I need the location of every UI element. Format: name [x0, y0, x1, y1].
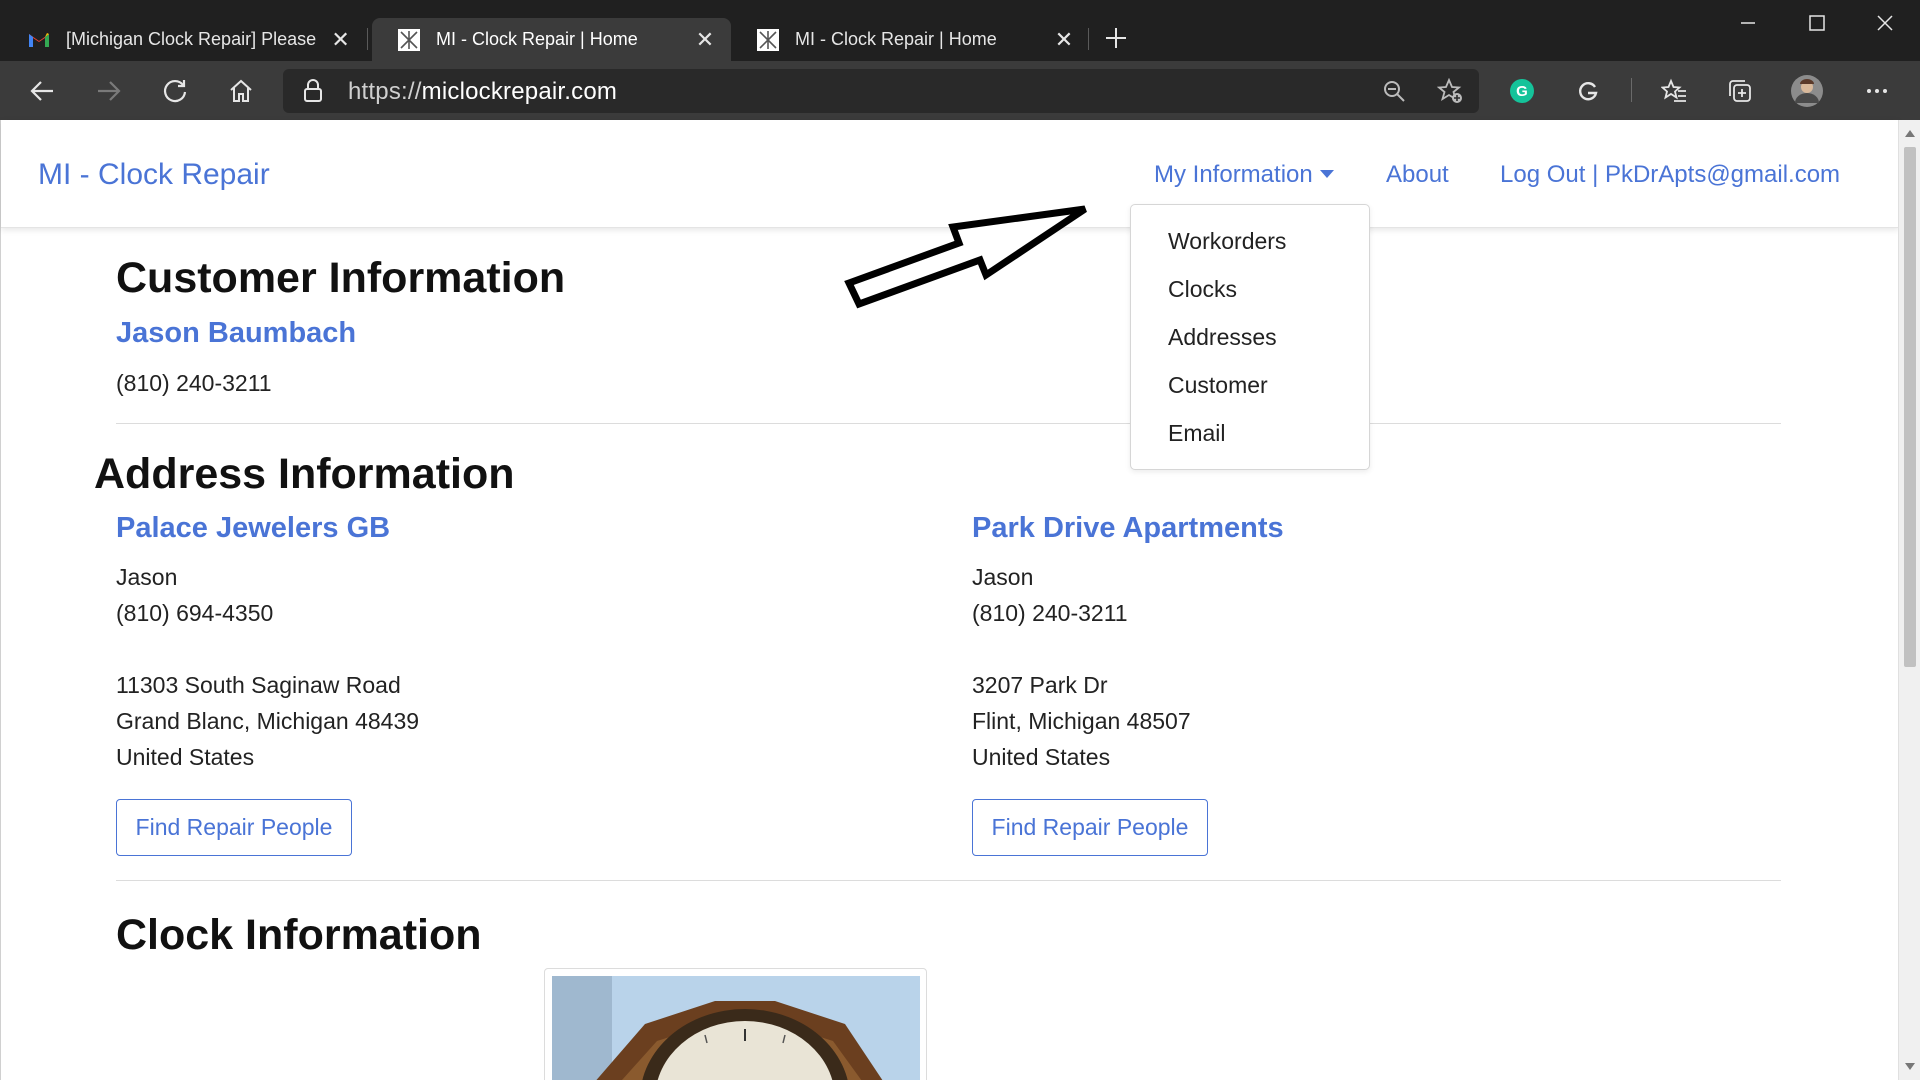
customer-phone: (810) 240-3211 — [116, 370, 272, 396]
my-information-menu: Workorders Clocks Addresses Customer Ema… — [1130, 204, 1370, 470]
scrollbar-thumb[interactable] — [1904, 147, 1916, 667]
home-icon[interactable] — [221, 71, 261, 111]
page-viewport: MI - Clock Repair My Information About L… — [0, 120, 1899, 1080]
clock-photo — [552, 976, 920, 1080]
site-icon — [757, 28, 779, 51]
scroll-up-icon[interactable] — [1904, 128, 1916, 138]
grammarly-icon[interactable]: G — [1502, 71, 1542, 111]
clock-image-card[interactable] — [544, 968, 927, 1080]
address-contact: Jason — [972, 564, 1034, 590]
tab-divider — [1088, 28, 1089, 50]
url-text: https://miclockrepair.com — [348, 78, 617, 106]
address-country: United States — [116, 744, 255, 770]
logout-link[interactable]: Log Out | PkDrApts@gmail.com — [1500, 161, 1840, 189]
gmail-icon — [28, 29, 50, 51]
reload-icon[interactable] — [155, 71, 195, 111]
zoom-out-icon[interactable] — [1382, 79, 1406, 108]
customer-name-link[interactable]: Jason Baumbach — [116, 317, 356, 350]
close-tab-icon[interactable]: ✕ — [693, 27, 717, 52]
menu-item-email[interactable]: Email — [1168, 420, 1226, 447]
tab-gmail[interactable]: [Michigan Clock Repair] Please C ✕ — [2, 18, 366, 61]
forward-icon[interactable] — [89, 71, 129, 111]
menu-item-customer[interactable]: Customer — [1168, 372, 1268, 399]
clock-heading: Clock Information — [116, 911, 482, 959]
profile-avatar[interactable] — [1787, 71, 1827, 111]
menu-item-addresses[interactable]: Addresses — [1168, 324, 1277, 351]
address-street: 3207 Park Dr — [972, 672, 1108, 698]
tab-strip: [Michigan Clock Repair] Please C ✕ MI - … — [0, 0, 1920, 61]
scroll-down-icon[interactable] — [1904, 1062, 1916, 1072]
address-phone: (810) 240-3211 — [972, 600, 1128, 626]
brand-link[interactable]: MI - Clock Repair — [38, 158, 270, 192]
collections-icon[interactable] — [1720, 71, 1760, 111]
customer-heading: Customer Information — [116, 254, 566, 302]
vertical-scrollbar[interactable] — [1898, 120, 1920, 1080]
close-tab-icon[interactable]: ✕ — [1052, 27, 1076, 52]
tab-clock-repair[interactable]: MI - Clock Repair | Home ✕ — [731, 18, 1090, 61]
divider — [116, 423, 1781, 424]
add-favorite-icon[interactable] — [1436, 77, 1463, 109]
tab-title: MI - Clock Repair | Home — [436, 29, 638, 49]
tab-title: MI - Clock Repair | Home — [795, 29, 997, 49]
back-icon[interactable] — [22, 71, 62, 111]
browser-toolbar: https://miclockrepair.com G — [0, 61, 1920, 120]
find-repair-people-button[interactable]: Find Repair People — [972, 799, 1208, 856]
site-icon — [398, 28, 420, 51]
minimize-icon[interactable] — [1728, 6, 1768, 40]
lock-icon[interactable] — [303, 79, 323, 108]
google-extension-icon[interactable] — [1568, 71, 1608, 111]
more-options-icon[interactable] — [1857, 71, 1897, 111]
address-bar[interactable]: https://miclockrepair.com — [283, 69, 1479, 113]
favorites-icon[interactable] — [1654, 71, 1694, 111]
address-heading: Address Information — [94, 450, 515, 498]
caret-down-icon — [1319, 169, 1334, 178]
address-city: Grand Blanc, Michigan 48439 — [116, 708, 420, 734]
close-tab-icon[interactable]: ✕ — [329, 27, 352, 52]
find-repair-people-button[interactable]: Find Repair People — [116, 799, 352, 856]
toolbar-divider — [1631, 78, 1632, 102]
address-contact: Jason — [116, 564, 178, 590]
close-window-icon[interactable] — [1865, 6, 1905, 40]
menu-item-workorders[interactable]: Workorders — [1168, 228, 1286, 255]
address-city: Flint, Michigan 48507 — [972, 708, 1191, 734]
address-street: 11303 South Saginaw Road — [116, 672, 401, 698]
tab-title: [Michigan Clock Repair] Please C — [66, 29, 322, 49]
new-tab-icon[interactable] — [1100, 22, 1132, 54]
url-scheme: https:// — [348, 78, 422, 105]
menu-item-clocks[interactable]: Clocks — [1168, 276, 1237, 303]
address-name-link[interactable]: Park Drive Apartments — [972, 512, 1284, 545]
tab-divider — [367, 28, 368, 50]
address-country: United States — [972, 744, 1111, 770]
tab-clock-repair-active[interactable]: MI - Clock Repair | Home ✕ — [372, 18, 731, 61]
svg-text:G: G — [1516, 83, 1528, 100]
divider — [116, 880, 1781, 881]
about-link[interactable]: About — [1386, 161, 1449, 189]
annotation-arrow-icon — [844, 205, 1087, 309]
my-information-label: My Information — [1154, 161, 1313, 188]
url-host: miclockrepair.com — [421, 78, 618, 105]
my-information-dropdown[interactable]: My Information — [1154, 161, 1334, 189]
maximize-icon[interactable] — [1797, 6, 1837, 40]
address-name-link[interactable]: Palace Jewelers GB — [116, 512, 390, 545]
address-phone: (810) 694-4350 — [116, 600, 274, 626]
